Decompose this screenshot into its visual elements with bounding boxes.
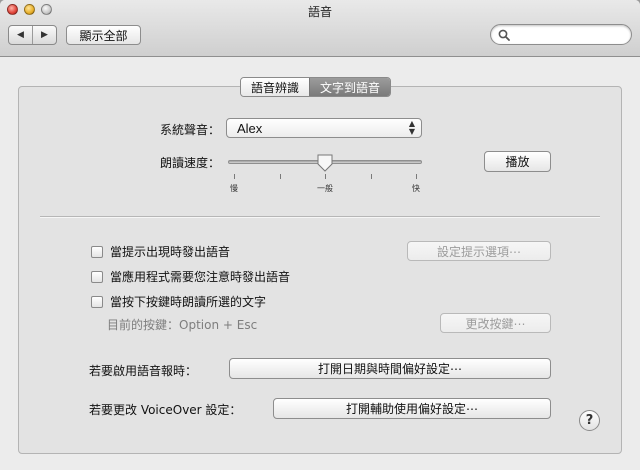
- rate-tick: [371, 174, 372, 179]
- help-button[interactable]: ?: [579, 410, 600, 431]
- rate-fast-label: 快: [412, 184, 420, 193]
- key-speak-label: 當按下按鍵時朗讀所選的文字: [110, 295, 267, 309]
- rate-tick: [416, 174, 417, 179]
- tab-text-to-speech[interactable]: 文字到語音: [309, 78, 391, 96]
- speaking-rate-label: 朗讀速度：: [159, 156, 220, 170]
- system-voice-label: 系統聲音：: [159, 123, 220, 137]
- system-voice-popup[interactable]: Alex ▲ ▼: [226, 118, 422, 138]
- attention-speak-option[interactable]: 當應用程式需要您注意時發出語音: [91, 268, 290, 285]
- search-field[interactable]: [490, 24, 632, 45]
- set-alert-options-button[interactable]: 設定提示選項⋯: [407, 241, 551, 261]
- back-arrow-icon[interactable]: ◀: [9, 26, 32, 44]
- alert-speak-label: 當提示出現時發出語音: [110, 245, 231, 259]
- current-key-label: 目前的按鍵：Option + Esc: [107, 318, 258, 332]
- title-bar: 語音 ◀ ▶ 顯示全部: [0, 0, 640, 57]
- tab-speech-recognition[interactable]: 語音辨識: [241, 78, 310, 96]
- search-icon: [498, 29, 510, 41]
- tab-bar: 語音辨識 文字到語音: [240, 77, 392, 97]
- open-accessibility-button[interactable]: 打開輔助使用偏好設定⋯: [273, 398, 551, 419]
- preferences-window: 語音 ◀ ▶ 顯示全部 語音辨識 文字到語音 系統聲音： Alex ▲ ▼ 朗讀速…: [0, 0, 640, 470]
- forward-arrow-icon[interactable]: ▶: [32, 26, 56, 44]
- section-divider: [40, 216, 600, 217]
- alert-speak-checkbox[interactable]: [91, 245, 103, 258]
- open-date-time-button[interactable]: 打開日期與時間偏好設定⋯: [229, 358, 551, 379]
- announce-time-label: 若要啟用語音報時：: [89, 364, 198, 378]
- rate-tick: [280, 174, 281, 179]
- key-speak-option[interactable]: 當按下按鍵時朗讀所選的文字: [91, 293, 266, 310]
- rate-normal-label: 一般: [317, 184, 333, 193]
- window-title: 語音: [307, 5, 332, 19]
- speaking-rate-slider-knob[interactable]: [317, 154, 333, 172]
- voiceover-label: 若要更改 VoiceOver 設定：: [89, 403, 242, 417]
- popup-arrows-icon: ▲ ▼: [408, 119, 415, 136]
- attention-speak-checkbox[interactable]: [91, 270, 103, 283]
- rate-slow-label: 慢: [230, 184, 238, 193]
- rate-tick: [234, 174, 235, 179]
- change-key-button[interactable]: 更改按鍵⋯: [440, 313, 551, 333]
- attention-speak-label: 當應用程式需要您注意時發出語音: [110, 270, 291, 284]
- back-forward-control: ◀ ▶: [8, 25, 57, 45]
- rate-tick: [325, 174, 326, 179]
- show-all-button[interactable]: 顯示全部: [66, 25, 141, 45]
- play-button[interactable]: 播放: [484, 151, 551, 172]
- key-speak-checkbox[interactable]: [91, 295, 103, 308]
- system-voice-value: Alex: [237, 121, 263, 136]
- alert-speak-option[interactable]: 當提示出現時發出語音: [91, 243, 230, 260]
